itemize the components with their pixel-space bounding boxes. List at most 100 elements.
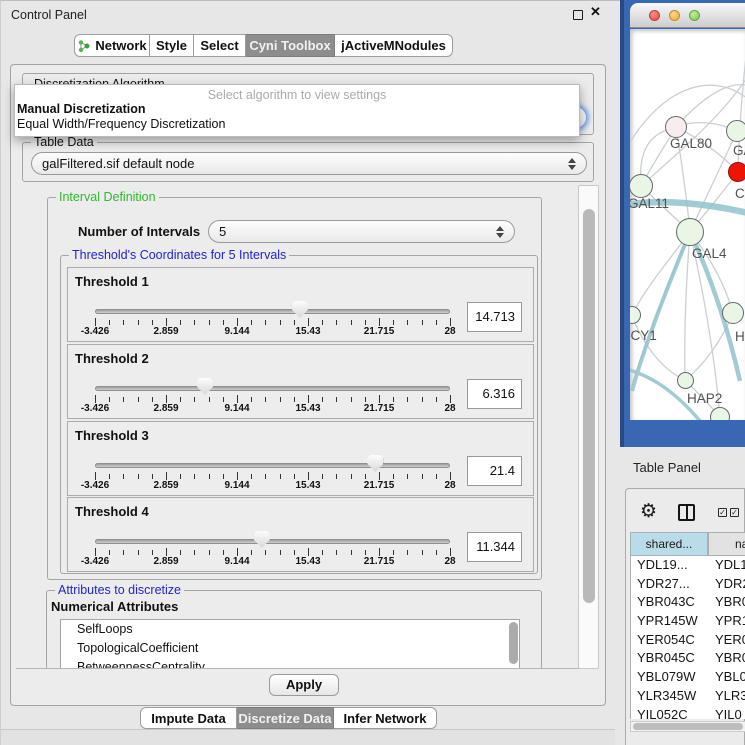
- close-traffic-light[interactable]: [649, 10, 660, 21]
- threshold-slider-track[interactable]: [95, 309, 450, 314]
- tick-mark: [280, 550, 281, 555]
- tab-network[interactable]: Network: [74, 34, 150, 57]
- tab-cyni-toolbox[interactable]: Cyni Toolbox: [246, 34, 335, 57]
- threshold-slider-thumb[interactable]: [197, 378, 213, 395]
- scale-label: 2.859: [153, 556, 178, 567]
- network-window-titlebar[interactable]: [630, 3, 745, 28]
- scale-label: 9.144: [224, 556, 249, 567]
- tab-impute-data[interactable]: Impute Data: [140, 707, 237, 729]
- tick-mark: [379, 395, 380, 403]
- dropdown-option-equal-width[interactable]: Equal Width/Frequency Discretization: [15, 117, 579, 132]
- attribute-list-item[interactable]: TopologicalCoefficient: [61, 639, 519, 658]
- tab-label: Cyni Toolbox: [249, 38, 330, 53]
- threshold-slider-thumb[interactable]: [292, 301, 308, 318]
- tick-mark: [209, 397, 210, 402]
- cell-shared-name: YDR27...: [637, 575, 690, 594]
- settings-scrollbar[interactable]: [578, 185, 599, 669]
- threshold-slider-thumb[interactable]: [367, 455, 383, 472]
- network-node-gal80[interactable]: [665, 116, 687, 138]
- table-panel: Table Panel ⚙ ✓ ✓ shared... na YDL19...Y…: [615, 447, 745, 745]
- tab-style[interactable]: Style: [150, 34, 194, 57]
- network-node-gal4[interactable]: [676, 218, 704, 246]
- tab-jactivemnodules[interactable]: jActiveMNodules: [335, 34, 453, 57]
- attribute-list-item[interactable]: SelfLoops: [61, 620, 519, 639]
- threshold-value-field[interactable]: 14.713: [467, 302, 522, 332]
- tick-mark: [251, 474, 252, 479]
- table-data-combobox[interactable]: galFiltered.sif default node: [31, 152, 587, 175]
- combo-arrows-icon: [567, 157, 576, 171]
- apply-button[interactable]: Apply: [269, 674, 339, 696]
- zoom-traffic-light[interactable]: [689, 10, 700, 21]
- tick-mark: [280, 397, 281, 402]
- tick-mark: [280, 320, 281, 325]
- tick-mark: [223, 550, 224, 555]
- table-row[interactable]: YDL19...YDL1: [631, 556, 745, 575]
- checkbox-icon[interactable]: ✓: [718, 508, 727, 517]
- table-row[interactable]: YBR045CYBR0: [631, 649, 745, 668]
- window-frame-edge: [620, 0, 624, 447]
- scale-label: 28: [444, 556, 455, 567]
- cell-name: YER0: [715, 631, 745, 650]
- attribute-list-item[interactable]: BetweennessCentrality: [61, 658, 519, 669]
- dropdown-option-manual[interactable]: Manual Discretization: [15, 102, 579, 117]
- tab-infer-network[interactable]: Infer Network: [334, 707, 437, 729]
- tick-mark: [223, 320, 224, 325]
- close-icon[interactable]: ✕: [590, 4, 601, 20]
- table-hscrollbar[interactable]: [630, 721, 745, 732]
- threshold-value-field[interactable]: 6.316: [467, 379, 522, 409]
- threshold-slider-thumb[interactable]: [254, 531, 270, 548]
- column-header-shared-name[interactable]: shared...: [630, 532, 708, 556]
- threshold-value-field[interactable]: 21.4: [467, 456, 522, 486]
- table-row[interactable]: YDR27...YDR2: [631, 575, 745, 594]
- threshold-slider-track[interactable]: [95, 539, 450, 544]
- tick-mark: [209, 320, 210, 325]
- table-row[interactable]: YLR345WYLR3: [631, 687, 745, 706]
- tab-discretize-data[interactable]: Discretize Data: [237, 707, 334, 729]
- number-of-intervals-label: Number of Intervals: [78, 224, 200, 239]
- table-row[interactable]: YIL052CYIL0: [631, 706, 745, 720]
- table-row[interactable]: YER054CYER0: [631, 631, 745, 650]
- tick-mark: [351, 550, 352, 555]
- network-node-gal11[interactable]: [630, 174, 653, 198]
- cell-name: YBR0: [715, 649, 745, 668]
- network-node-ga[interactable]: [726, 120, 745, 142]
- table-row[interactable]: YBR043CYBR0: [631, 593, 745, 612]
- tick-mark: [407, 474, 408, 479]
- attributes-to-discretize-group: Attributes to discretize Numerical Attri…: [46, 590, 542, 669]
- threshold-slider-track[interactable]: [95, 463, 450, 468]
- column-header-name[interactable]: na: [708, 532, 745, 556]
- network-canvas[interactable]: GAL80GACGAL11GAL4GCY1HHAP2: [630, 29, 745, 420]
- numerical-attributes-list[interactable]: SelfLoopsTopologicalCoefficientBetweenne…: [60, 619, 520, 669]
- tab-select[interactable]: Select: [194, 34, 246, 57]
- network-node[interactable]: [710, 407, 730, 420]
- tick-mark: [166, 395, 167, 403]
- tick-mark: [209, 474, 210, 479]
- cyni-toolbox-content: Discretization Algorithm Select algorith…: [10, 64, 606, 706]
- table-row[interactable]: YPR145WYPR1: [631, 612, 745, 631]
- number-of-intervals-combobox[interactable]: 5: [208, 220, 515, 243]
- table-hscrollbar-thumb[interactable]: [633, 723, 743, 730]
- list-scrollbar-thumb[interactable]: [509, 622, 518, 664]
- cell-shared-name: YIL052C: [637, 706, 688, 720]
- table-row[interactable]: YBL079WYBL0: [631, 668, 745, 687]
- settings-scrollbar-thumb[interactable]: [583, 209, 595, 603]
- tick-mark: [294, 474, 295, 479]
- tick-mark: [223, 397, 224, 402]
- gear-icon[interactable]: ⚙: [640, 501, 657, 521]
- tick-mark: [308, 318, 309, 326]
- tick-mark: [294, 550, 295, 555]
- network-node-hap2[interactable]: [677, 372, 694, 389]
- tab-label: Style: [156, 38, 187, 53]
- minimize-traffic-light[interactable]: [669, 10, 680, 21]
- threshold-value-field[interactable]: 11.344: [467, 532, 522, 562]
- bottom-strip: [1, 729, 621, 745]
- tick-mark: [152, 474, 153, 479]
- checkbox-icon[interactable]: ✓: [730, 508, 739, 517]
- threshold-slider-track[interactable]: [95, 386, 450, 391]
- columns-icon[interactable]: [678, 504, 695, 521]
- network-node-h[interactable]: [722, 302, 744, 324]
- network-node-c[interactable]: [728, 162, 745, 182]
- tick-mark: [109, 550, 110, 555]
- tick-mark: [194, 550, 195, 555]
- float-window-icon[interactable]: [573, 10, 583, 20]
